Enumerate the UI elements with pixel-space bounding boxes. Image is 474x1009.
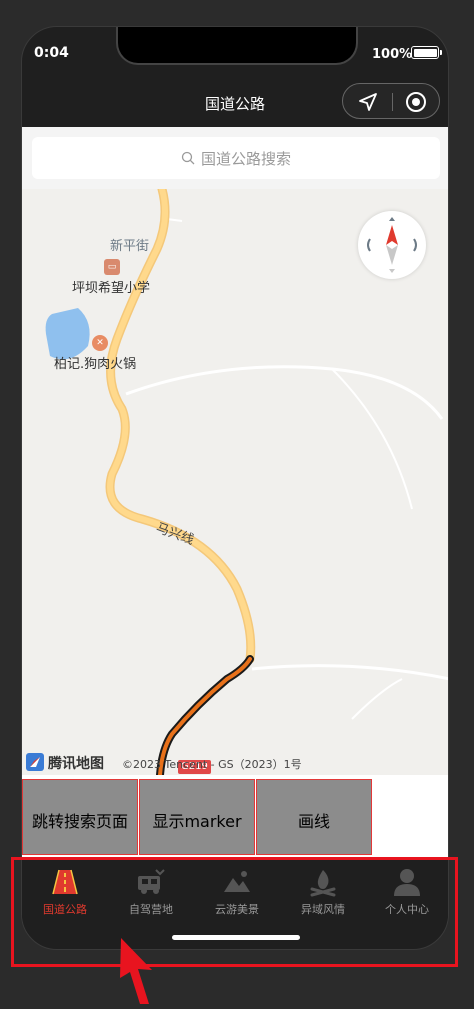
tencent-map-logo-icon — [26, 753, 44, 771]
annotation-highlight-box — [11, 857, 458, 967]
draw-line-button[interactable]: 画线 — [256, 779, 372, 855]
search-placeholder: 国道公路搜索 — [200, 149, 291, 168]
search-icon — [181, 151, 195, 165]
phone-frame: 0:04 100% 国道公路 国道公路搜索 新平街 ▭ 坪坝希望小学 ✕ 柏记.… — [21, 26, 449, 950]
notch — [116, 27, 358, 65]
map-view[interactable]: 新平街 ▭ 坪坝希望小学 ✕ 柏记.狗肉火锅 马兴线 G219 腾讯地图 ©20… — [22, 189, 448, 775]
map-logo-text: 腾讯地图 — [48, 756, 104, 772]
action-buttons: 跳转搜索页面 显示marker 画线 — [22, 779, 448, 855]
status-time: 0:04 — [34, 45, 69, 61]
mini-program-capsule — [342, 83, 440, 119]
battery-icon — [411, 46, 442, 59]
battery-percentage: 100% — [372, 47, 413, 62]
lake — [45, 308, 90, 360]
map-attribution: 腾讯地图 ©2023 Tencent - GS（2023）1号 — [22, 749, 448, 775]
location-arrow-icon[interactable] — [357, 92, 379, 112]
restaurant-label: 柏记.狗肉火锅 — [54, 357, 137, 372]
page-content: 国道公路搜索 新平街 ▭ 坪坝希望小学 ✕ 柏记.狗肉火锅 马兴线 G219 腾… — [22, 127, 448, 857]
street-label: 新平街 — [110, 239, 150, 254]
show-marker-button[interactable]: 显示marker — [139, 779, 255, 855]
jump-search-button[interactable]: 跳转搜索页面 — [22, 779, 138, 855]
close-target-icon[interactable] — [405, 91, 427, 113]
restaurant-icon: ✕ — [92, 335, 108, 351]
compass-icon[interactable] — [358, 211, 426, 279]
search-area: 国道公路搜索 — [22, 127, 448, 189]
annotation-arrow-icon — [120, 938, 152, 1004]
school-icon: ▭ — [104, 259, 120, 275]
school-label: 坪坝希望小学 — [72, 281, 151, 296]
search-input[interactable]: 国道公路搜索 — [32, 137, 440, 179]
map-copyright: ©2023 Tencent - GS（2023）1号 — [122, 758, 302, 771]
